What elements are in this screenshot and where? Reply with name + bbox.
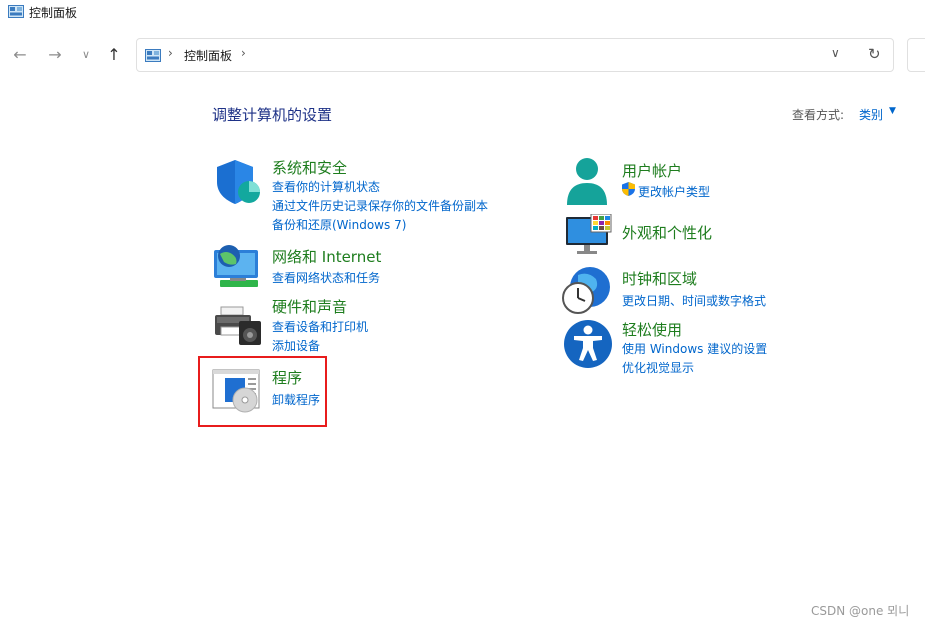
chevron-right-icon[interactable]: › [168, 46, 173, 60]
address-bar[interactable]: › 控制面板 › ∨ ↻ [136, 38, 894, 72]
accessibility-icon[interactable] [563, 319, 613, 369]
uac-shield-icon [622, 182, 635, 196]
link-change-date-time-format[interactable]: 更改日期、时间或数字格式 [622, 292, 766, 309]
link-backup-restore[interactable]: 备份和还原(Windows 7) [272, 216, 406, 233]
chevron-right-icon[interactable]: › [241, 46, 246, 60]
category-title-appearance[interactable]: 外观和个性化 [622, 222, 712, 243]
up-button[interactable]: ↑ [104, 44, 124, 66]
monitor-color-icon[interactable] [565, 214, 613, 256]
address-history-chevron-icon[interactable]: ∨ [831, 46, 840, 60]
network-globe-icon[interactable] [212, 244, 262, 290]
category-title-ease-of-access[interactable]: 轻松使用 [622, 319, 682, 340]
link-optimize-visual-display[interactable]: 优化视觉显示 [622, 359, 694, 376]
category-title-system-security[interactable]: 系统和安全 [272, 157, 347, 178]
link-file-history-backup[interactable]: 通过文件历史记录保存你的文件备份副本 [272, 197, 488, 214]
search-input[interactable] [907, 38, 925, 72]
recent-locations-button[interactable]: ∨ [76, 44, 96, 66]
chevron-down-icon: ∨ [81, 48, 91, 61]
category-title-network-internet[interactable]: 网络和 Internet [272, 246, 381, 267]
control-panel-icon [145, 49, 161, 62]
view-by-label: 查看方式: [792, 108, 845, 122]
link-view-network-status[interactable]: 查看网络状态和任务 [272, 269, 380, 286]
highlight-box [198, 356, 327, 427]
arrow-right-icon: → [48, 45, 62, 64]
window-title: 控制面板 [29, 6, 78, 20]
category-title-user-accounts[interactable]: 用户帐户 [622, 160, 682, 181]
link-change-account-type[interactable]: 更改帐户类型 [638, 183, 710, 200]
link-windows-suggested-settings[interactable]: 使用 Windows 建议的设置 [622, 340, 767, 357]
clock-globe-icon[interactable] [562, 265, 612, 315]
printer-speaker-icon[interactable] [213, 305, 263, 347]
watermark: CSDN @one 뫼니 [811, 604, 910, 618]
refresh-icon[interactable]: ↻ [868, 45, 881, 63]
arrow-up-icon: ↑ [107, 45, 121, 64]
arrow-left-icon: ← [13, 45, 27, 64]
user-account-icon[interactable] [565, 157, 609, 207]
title-bar: 控制面板 [0, 0, 925, 24]
category-title-clock-region[interactable]: 时钟和区域 [622, 268, 697, 289]
shield-icon[interactable] [213, 158, 261, 206]
category-title-hardware-sound[interactable]: 硬件和声音 [272, 296, 347, 317]
link-view-devices-printers[interactable]: 查看设备和打印机 [272, 318, 368, 335]
link-view-computer-status[interactable]: 查看你的计算机状态 [272, 178, 380, 195]
back-button[interactable]: ← [10, 44, 30, 66]
page-title: 调整计算机的设置 [212, 106, 333, 124]
caret-down-icon[interactable]: ▼ [889, 106, 896, 116]
link-add-device[interactable]: 添加设备 [272, 337, 320, 354]
control-panel-icon [8, 5, 24, 18]
breadcrumb-control-panel[interactable]: 控制面板 [184, 47, 232, 64]
view-by-dropdown[interactable]: 类别 [859, 106, 883, 123]
forward-button[interactable]: → [45, 44, 65, 66]
